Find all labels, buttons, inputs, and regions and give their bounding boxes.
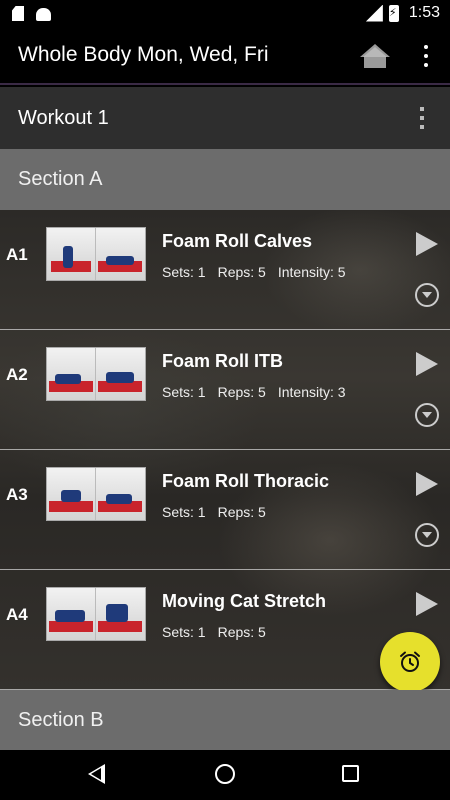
exercise-code: A4 <box>6 605 28 624</box>
overflow-menu-icon[interactable] <box>416 45 436 67</box>
exercise-name: Foam Roll Calves <box>162 231 313 251</box>
home-icon[interactable] <box>358 42 392 70</box>
sets-value: Sets: 1 <box>162 384 206 400</box>
exercise-meta: Sets: 1 Reps: 5 Intensity: 5 <box>162 264 358 280</box>
exercise-name: Moving Cat Stretch <box>162 591 327 611</box>
exercise-thumbnail[interactable] <box>46 227 146 281</box>
battery-charging-icon <box>388 4 399 22</box>
signal-icon: LTE <box>365 4 383 22</box>
back-icon[interactable] <box>88 764 105 784</box>
recent-apps-icon[interactable] <box>342 765 359 782</box>
play-icon[interactable] <box>416 592 438 616</box>
expand-icon[interactable] <box>415 283 439 307</box>
play-icon[interactable] <box>416 352 438 376</box>
expand-icon[interactable] <box>415 523 439 547</box>
exercise-meta: Sets: 1 Reps: 5 <box>162 624 278 640</box>
android-icon <box>36 8 51 21</box>
exercise-code: A2 <box>6 365 28 384</box>
exercise-name: Foam Roll ITB <box>162 351 283 371</box>
exercise-row[interactable]: A3 Foam Roll Thoracic Sets: 1 Reps: 5 <box>0 450 450 570</box>
app-title: Whole Body Mon, Wed, Fri <box>18 43 269 66</box>
expand-icon[interactable] <box>415 403 439 427</box>
sd-card-icon <box>12 6 24 21</box>
exercise-thumbnail[interactable] <box>46 467 146 521</box>
exercise-thumbnail[interactable] <box>46 347 146 401</box>
exercise-meta: Sets: 1 Reps: 5 Intensity: 3 <box>162 384 358 400</box>
section-label: Section B <box>18 709 104 731</box>
exercise-row[interactable]: A1 Foam Roll Calves Sets: 1 Reps: 5 Intens… <box>0 210 450 330</box>
intensity-value: Intensity: 5 <box>277 264 346 280</box>
intensity-value: Intensity: 3 <box>277 384 346 400</box>
workout-header: Workout 1 <box>0 87 450 149</box>
app-bar: Whole Body Mon, Wed, Fri <box>0 28 450 85</box>
workout-title: Workout 1 <box>18 107 109 129</box>
workout-menu-icon[interactable] <box>418 107 426 129</box>
exercise-code: A1 <box>6 245 28 264</box>
exercise-code: A3 <box>6 485 28 504</box>
play-icon[interactable] <box>416 232 438 256</box>
reps-value: Reps: 5 <box>217 624 266 640</box>
alarm-clock-icon <box>400 651 420 672</box>
exercise-meta: Sets: 1 Reps: 5 <box>162 504 278 520</box>
section-label: Section A <box>18 168 103 190</box>
system-nav-bar <box>0 750 450 800</box>
exercise-name: Foam Roll Thoracic <box>162 471 330 491</box>
network-type: LTE <box>353 3 369 13</box>
exercise-thumbnail[interactable] <box>46 587 146 641</box>
reps-value: Reps: 5 <box>217 384 266 400</box>
home-circle-icon[interactable] <box>215 764 235 784</box>
reps-value: Reps: 5 <box>217 504 266 520</box>
status-time: 1:53 <box>408 4 440 21</box>
exercise-list: A1 Foam Roll Calves Sets: 1 Reps: 5 Intens… <box>0 210 450 690</box>
timer-fab-button[interactable] <box>380 632 440 692</box>
reps-value: Reps: 5 <box>217 264 266 280</box>
sets-value: Sets: 1 <box>162 504 206 520</box>
exercise-row[interactable]: A2 Foam Roll ITB Sets: 1 Reps: 5 Intensity… <box>0 330 450 450</box>
play-icon[interactable] <box>416 472 438 496</box>
section-header-a[interactable]: Section A <box>0 149 450 210</box>
sets-value: Sets: 1 <box>162 624 206 640</box>
status-bar: LTE 1:53 <box>0 0 450 28</box>
sets-value: Sets: 1 <box>162 264 206 280</box>
section-header-b[interactable]: Section B <box>0 690 450 750</box>
